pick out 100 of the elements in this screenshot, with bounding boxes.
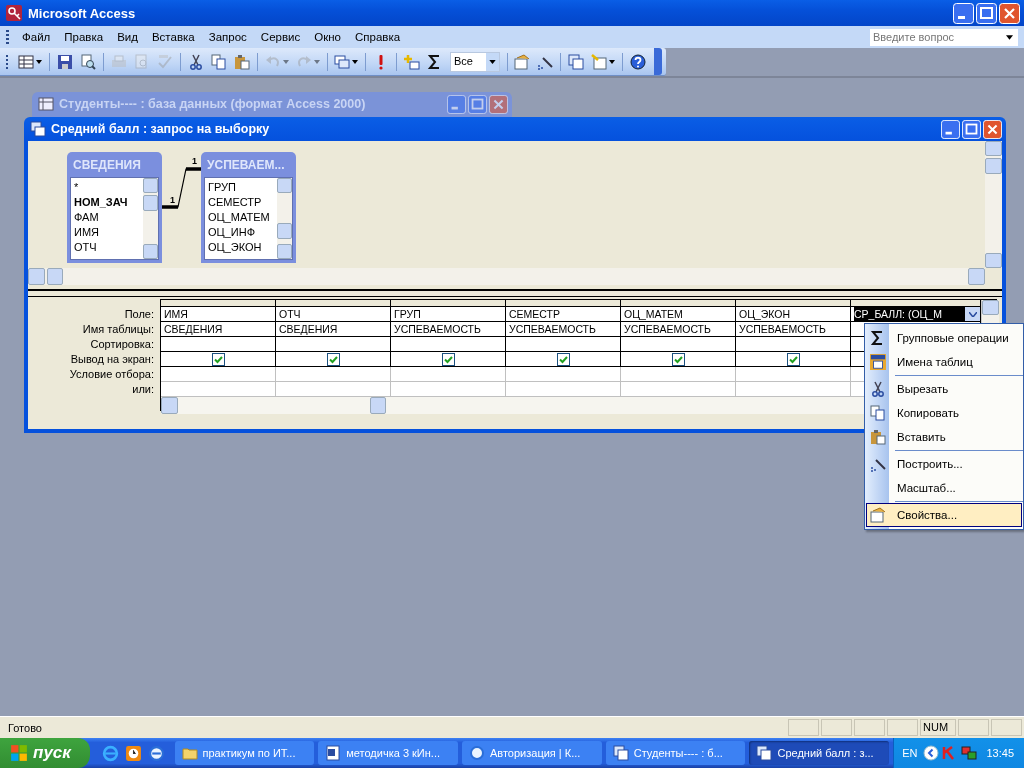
criteria-cell[interactable] [161,367,276,382]
show-checkbox[interactable] [211,352,225,366]
taskbar-button[interactable]: Средний балл : з... [749,741,890,765]
field-name[interactable]: СЕМЕСТР [208,195,274,210]
menu-item[interactable]: Файл [15,31,58,43]
criteria-cell[interactable] [276,382,391,397]
menu-item[interactable]: Вставить [866,425,1022,449]
menu-item[interactable]: Вырезать [866,377,1022,401]
scroll-thumb[interactable] [370,397,386,414]
field-name[interactable]: ИМЯ [74,225,140,240]
field-name[interactable]: ОЦ_ЭКОН [208,240,274,255]
field-cell[interactable]: ОЦ_МАТЕМ [621,307,736,322]
criteria-dropdown[interactable]: Все [449,51,500,72]
dropdown-button[interactable] [1001,28,1018,46]
table-field-list[interactable]: СВЕДЕНИЯ * НОМ_ЗАЧ ФАМ ИМЯ ОТЧ [67,152,162,263]
show-checkbox[interactable] [441,352,455,366]
menu-item[interactable]: Построить... [866,452,1022,476]
show-checkbox[interactable] [786,352,800,366]
maximize-button[interactable] [976,2,997,24]
menu-item[interactable]: Сервис [253,31,308,43]
pane-splitter[interactable] [28,289,1002,297]
maximize-button[interactable] [468,94,487,114]
table-cell[interactable]: УСПЕВАЕМОСТЬ [621,322,736,337]
column-selector[interactable] [391,300,506,307]
menu-item[interactable]: Групповые операции [866,326,1022,350]
language-indicator[interactable]: EN [902,747,918,759]
menu-item[interactable]: Вставка [144,31,202,43]
taskbar-button[interactable]: Авторизация | К... [462,741,602,765]
field-name[interactable]: * [74,180,140,195]
scroll-thumb[interactable] [277,223,292,239]
menu-item[interactable]: Свойства... [866,503,1022,527]
column-selector[interactable] [506,300,621,307]
criteria-cell[interactable] [506,382,621,397]
field-name[interactable]: НОМ_ЗАЧ [74,195,140,210]
show-cell[interactable] [161,352,276,367]
criteria-cell[interactable] [621,367,736,382]
show-cell[interactable] [276,352,391,367]
field-name[interactable]: ОТЧ [74,240,140,255]
show-cell[interactable] [506,352,621,367]
menu-item[interactable]: Масштаб... [866,476,1022,500]
field-cell[interactable]: ОТЧ [276,307,391,322]
table-cell[interactable]: УСПЕВАЕМОСТЬ [391,322,506,337]
menu-item[interactable]: Правка [57,31,111,43]
sort-cell[interactable] [506,337,621,352]
menu-item[interactable]: Справка [347,31,408,43]
taskbar-button[interactable]: методичка 3 кИн... [318,741,458,765]
menu-item[interactable]: Запрос [201,31,254,43]
field-cell[interactable]: СЕМЕСТР [506,307,621,322]
menu-item[interactable]: Окно [307,31,348,43]
grip-handle[interactable] [6,30,9,44]
field-name[interactable]: ГРУП [208,180,274,195]
chevron-icon[interactable] [923,745,940,761]
start-button[interactable]: пуск [0,738,90,768]
column-selector[interactable] [736,300,851,307]
sort-cell[interactable] [736,337,851,352]
table-field-list[interactable]: УСПЕВАЕМ... ГРУП СЕМЕСТР ОЦ_МАТЕМ ОЦ_ИНФ ОЦ_ЭКОН [201,152,296,263]
column-selector[interactable] [621,300,736,307]
network-icon[interactable] [961,745,978,761]
maximize-button[interactable] [962,119,981,139]
criteria-cell[interactable] [391,382,506,397]
criteria-cell[interactable] [276,367,391,382]
clock-icon[interactable] [124,744,142,762]
table-cell[interactable]: СВЕДЕНИЯ [276,322,391,337]
minimize-button[interactable] [941,119,960,139]
minimize-button[interactable] [447,94,466,114]
field-cell[interactable]: ГРУП [391,307,506,322]
close-button[interactable] [999,2,1020,24]
menu-item[interactable]: Копировать [866,401,1022,425]
table-cell[interactable]: УСПЕВАЕМОСТЬ [506,322,621,337]
sort-cell[interactable] [276,337,391,352]
criteria-cell[interactable] [391,367,506,382]
field-cell[interactable]: СР_БАЛЛ: (ОЦ_М [851,307,981,322]
criteria-cell[interactable] [736,367,851,382]
scroll-thumb[interactable] [47,268,63,285]
menu-item[interactable]: Вид [110,31,145,43]
close-button[interactable] [489,94,508,114]
criteria-cell[interactable] [736,382,851,397]
minimize-button[interactable] [953,2,974,24]
show-checkbox[interactable] [556,352,570,366]
sort-cell[interactable] [621,337,736,352]
field-name[interactable]: ОЦ_МАТЕМ [208,210,274,225]
criteria-cell[interactable] [621,382,736,397]
scroll-thumb[interactable] [143,195,158,211]
criteria-cell[interactable] [161,382,276,397]
sort-cell[interactable] [391,337,506,352]
show-cell[interactable] [391,352,506,367]
criteria-cell[interactable] [506,367,621,382]
show-checkbox[interactable] [671,352,685,366]
field-cell[interactable]: ИМЯ [161,307,276,322]
column-selector[interactable] [276,300,391,307]
sort-cell[interactable] [161,337,276,352]
show-cell[interactable] [736,352,851,367]
menu-item[interactable]: Имена таблиц [866,350,1022,374]
show-checkbox[interactable] [326,352,340,366]
taskbar-button[interactable]: практикум по ИТ... [174,741,315,765]
column-selector[interactable] [851,300,981,307]
close-button[interactable] [983,119,1002,139]
scroll-thumb[interactable] [985,158,1002,174]
taskbar-button[interactable]: Студенты---- : б... [605,741,746,765]
field-cell[interactable]: ОЦ_ЭКОН [736,307,851,322]
